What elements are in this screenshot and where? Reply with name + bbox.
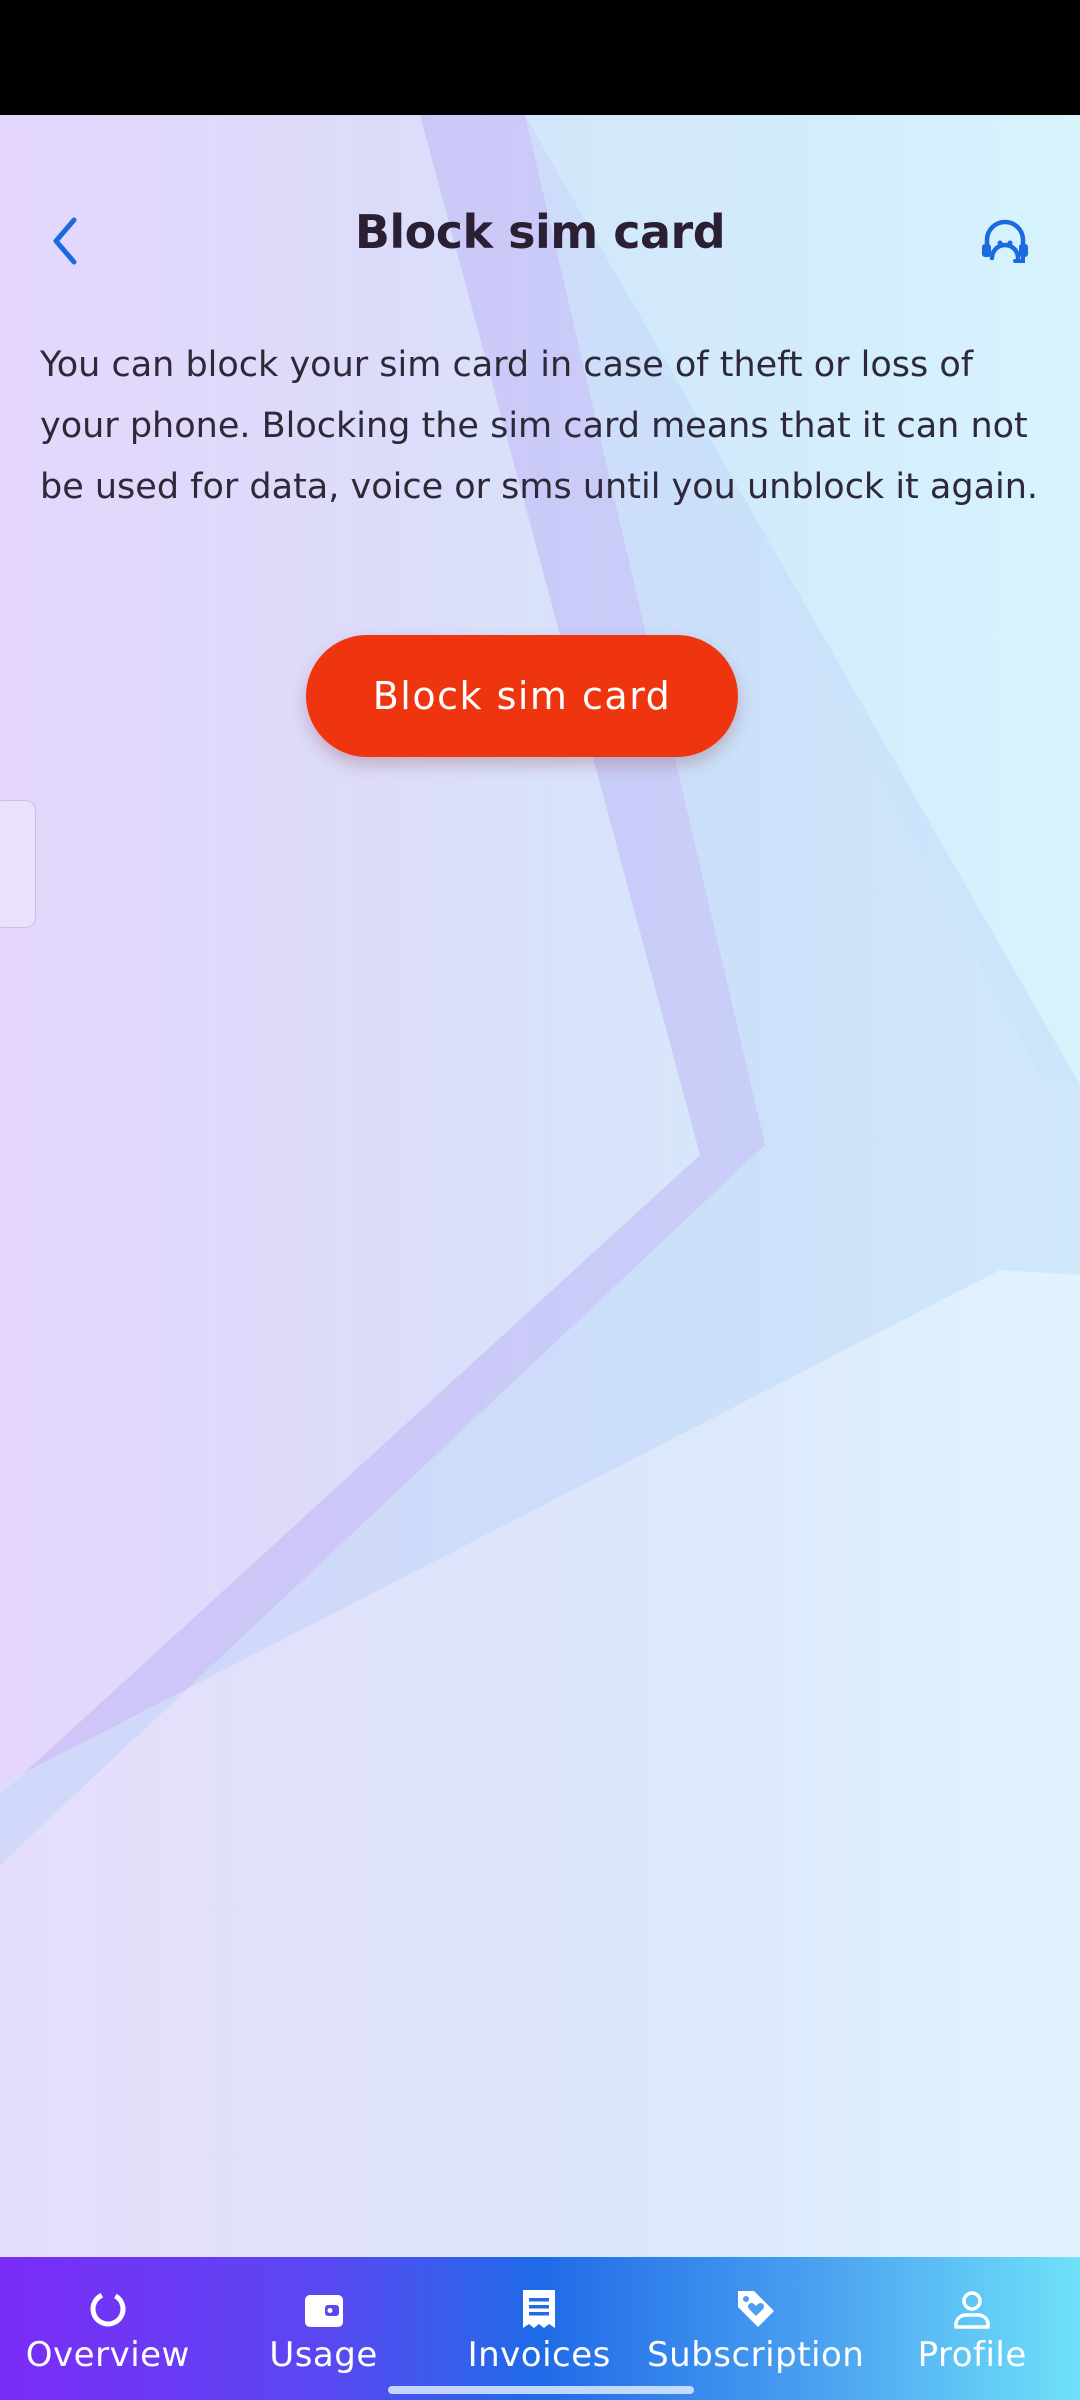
tag-heart-icon [734,2287,778,2331]
nav-label-subscription: Subscription [647,2335,865,2375]
nav-label-invoices: Invoices [467,2335,611,2375]
nav-item-invoices[interactable]: Invoices [431,2257,647,2400]
nav-item-usage[interactable]: Usage [216,2257,432,2400]
person-icon [950,2287,994,2331]
home-indicator[interactable] [388,2386,694,2394]
block-sim-card-button[interactable]: Block sim card [306,635,738,757]
bottom-navigation: Overview Usage Invoices Subscription Pro… [0,2257,1080,2400]
description-text: You can block your sim card in case of t… [40,345,1039,507]
circle-progress-icon [86,2287,130,2331]
nav-item-subscription[interactable]: Subscription [647,2257,864,2400]
support-button[interactable] [970,211,1040,275]
screen: Block sim card You can block your sim ca… [0,115,1080,2257]
nav-item-profile[interactable]: Profile [864,2257,1080,2400]
nav-label-usage: Usage [269,2335,378,2375]
back-button[interactable] [30,213,100,273]
side-drawer-handle[interactable] [0,800,36,928]
nav-item-overview[interactable]: Overview [0,2257,216,2400]
nav-label-profile: Profile [917,2335,1027,2375]
receipt-icon [517,2287,561,2331]
status-bar [0,0,1080,115]
app-header: Block sim card [0,195,1080,285]
headset-support-icon [980,218,1030,269]
wallet-icon [302,2287,346,2331]
page-title: Block sim card [354,205,726,259]
chevron-left-icon [50,216,80,271]
nav-label-overview: Overview [25,2335,190,2375]
